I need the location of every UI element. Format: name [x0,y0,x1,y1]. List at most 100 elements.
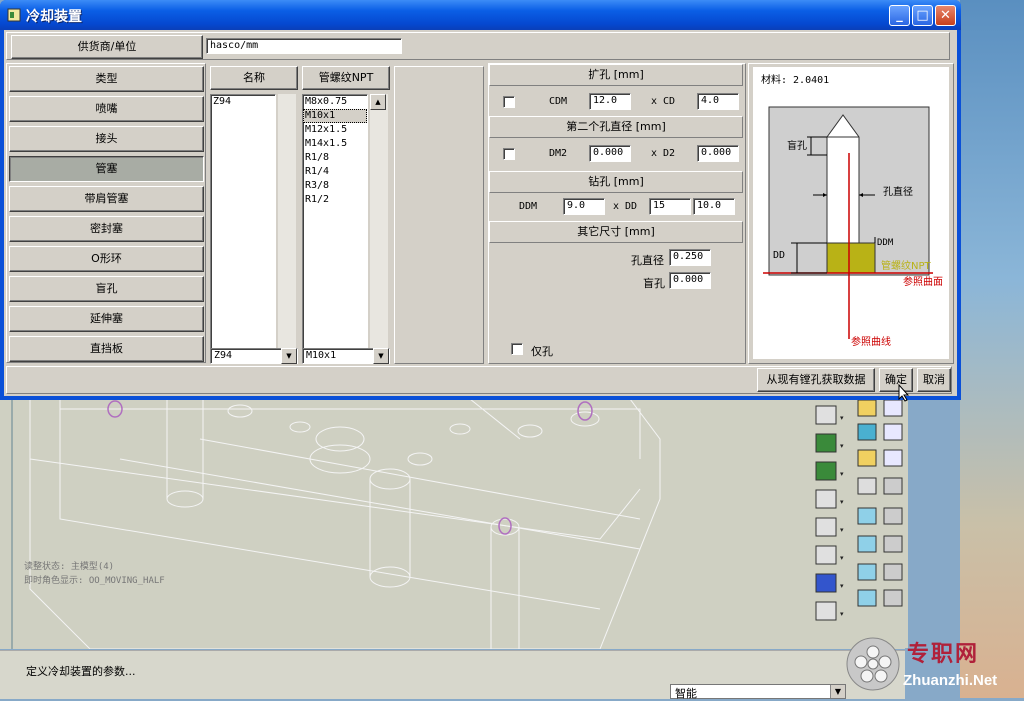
title-bar[interactable]: 冷却装置 _ □ ✕ [0,0,961,30]
ddm-label: DDM [519,201,538,212]
svg-text:▾: ▾ [840,610,844,618]
other-header: 其它尺寸 [mm] [489,221,743,243]
fetch-from-hole-button[interactable]: 从现有镗孔获取数据 [757,368,875,392]
name-list[interactable]: Z94 [210,94,276,349]
counterbore-checkbox[interactable] [503,96,515,108]
cad-status-line: 读整状态: 主模型(4) [24,562,115,572]
chevron-down-icon[interactable]: ▼ [373,348,389,364]
cad-role-line: 即时角色显示: OO_MOVING_HALF [24,576,165,586]
drill-header: 钻孔 [mm] [489,171,743,193]
diagram-ref-curve-label: 参照曲线 [851,337,891,348]
diagram-hole-dia-label: 孔直径 [883,187,913,198]
hole-diameter-label: 孔直径 [631,254,664,267]
selection-filter-value: 智能 [675,687,697,700]
chevron-up-icon[interactable]: ▲ [370,94,386,110]
cad-wireframe [11,399,661,649]
app-icon [7,8,21,22]
name-header-button[interactable]: 名称 [210,66,298,90]
name-list-item[interactable]: Z94 [211,95,275,109]
svg-text:▾: ▾ [840,526,844,534]
cad-viewport[interactable]: 读整状态: 主模型(4) 即时角色显示: OO_MOVING_HALF [0,398,905,649]
svg-text:▾: ▾ [840,554,844,562]
category-button-blind-hole[interactable]: 盲孔 [9,276,204,302]
hole-only-checkbox[interactable] [511,343,523,355]
category-button-baffle[interactable]: 直挡板 [9,336,204,362]
diagram-canvas: 材料: 2.0401 盲孔 孔直径 DD DDM 管螺纹NPT 参照曲面 参照曲… [753,67,949,359]
cdm-label: CDM [549,96,568,107]
category-button-extension-plug[interactable]: 延伸塞 [9,306,204,332]
svg-text:▾: ▾ [840,414,844,422]
cd-label: x CD [651,96,676,107]
thread-list-item[interactable]: R3/8 [303,179,367,193]
thread-list-item[interactable]: R1/8 [303,151,367,165]
svg-text:▾: ▾ [840,442,844,450]
globe-logo-icon [846,637,900,691]
diagram-blind-label: 盲孔 [787,141,807,152]
category-button-o-ring[interactable]: O形环 [9,246,204,272]
category-button-type[interactable]: 类型 [9,66,204,92]
thread-list-scrollbar[interactable]: ▲ [370,94,388,349]
hole-diameter-field[interactable]: 0.250 [669,249,711,266]
supplier-field[interactable]: hasco/mm [206,38,402,54]
dd-extra-field[interactable]: 10.0 [693,198,735,215]
diagram-ddm-label: DDM [877,238,894,248]
blind-hole-field[interactable]: 0.000 [669,272,711,289]
thread-header-button[interactable]: 管螺纹NPT [302,66,390,90]
thread-list-item-selected[interactable]: M10x1 [303,109,367,123]
d2-label: x D2 [651,148,676,159]
dialog-client: 供货商/单位 hasco/mm 类型 喷嘴 接头 管塞 带肩管塞 密封塞 O形环… [4,30,957,402]
watermark-cn: 专职网 [907,641,980,667]
chevron-down-icon[interactable]: ▼ [281,348,297,364]
category-button-connector[interactable]: 接头 [9,126,204,152]
svg-text:▾: ▾ [840,582,844,590]
counterbore-header: 扩孔 [mm] [489,64,743,86]
ddm-field[interactable]: 9.0 [563,198,605,215]
watermark: 专职网 Zhuanzhi.Net [843,630,1023,698]
category-button-shoulder-plug[interactable]: 带肩管塞 [9,186,204,212]
thread-list-item[interactable]: R1/4 [303,165,367,179]
dd-field[interactable]: 15 [649,198,691,215]
minimize-button[interactable]: _ [889,5,910,26]
thread-list-item[interactable]: M14x1.5 [303,137,367,151]
selection-filter-select[interactable]: 智能 ▼ [670,684,846,700]
cancel-button[interactable]: 取消 [917,368,951,392]
name-combo-value: Z94 [214,350,233,361]
second-hole-header: 第二个孔直径 [mm] [489,116,743,138]
toolbar-icons: ▾ ▾ ▾ ▾ ▾ ▾ ▾ ▾ [815,399,903,621]
thread-combo-value: M10x1 [306,350,337,361]
second-hole-checkbox[interactable] [503,148,515,160]
diagram-panel: 材料: 2.0401 盲孔 孔直径 DD DDM 管螺纹NPT 参照曲面 参照曲… [748,63,954,364]
diagram-npt-label: 管螺纹NPT [881,261,931,272]
empty-panel [394,66,484,364]
category-button-nozzle[interactable]: 喷嘴 [9,96,204,122]
cad-toolbar: ▾ ▾ ▾ ▾ ▾ ▾ ▾ ▾ [812,398,908,648]
thread-list-item[interactable]: R1/2 [303,193,367,207]
status-bar: 定义冷却装置的参数... 智能 ▼ [0,650,905,700]
supplier-button[interactable]: 供货商/单位 [11,35,203,59]
maximize-button[interactable]: □ [912,5,933,26]
close-button[interactable]: ✕ [935,5,956,26]
status-message: 定义冷却装置的参数... [26,665,136,678]
name-list-scrollbar[interactable] [278,94,296,349]
diagram-ref-surface-label: 参照曲面 [903,277,943,288]
cd-field[interactable]: 4.0 [697,93,739,110]
svg-text:▾: ▾ [840,498,844,506]
category-button-seal-plug[interactable]: 密封塞 [9,216,204,242]
dm2-field[interactable]: 0.000 [589,145,631,162]
diagram-dd-label: DD [773,250,786,261]
category-button-plug[interactable]: 管塞 [9,156,204,182]
desktop-background [960,0,1024,698]
plug-diagram [763,106,933,339]
cooling-dialog: 冷却装置 _ □ ✕ 供货商/单位 hasco/mm 类型 喷嘴 接头 管塞 带… [0,0,961,402]
cdm-field[interactable]: 12.0 [589,93,631,110]
d2-field[interactable]: 0.000 [697,145,739,162]
thread-list[interactable]: M8x0.75 M10x1 M12x1.5 M14x1.5 R1/8 R1/4 … [302,94,368,349]
thread-list-item[interactable]: M8x0.75 [303,95,367,109]
mouse-cursor-icon [898,384,910,402]
watermark-en: Zhuanzhi.Net [903,672,998,689]
dm2-label: DM2 [549,148,568,159]
thread-list-item[interactable]: M12x1.5 [303,123,367,137]
dd-label: x DD [613,201,638,212]
hole-only-label: 仅孔 [531,345,553,358]
blind-hole-label: 盲孔 [643,277,665,290]
